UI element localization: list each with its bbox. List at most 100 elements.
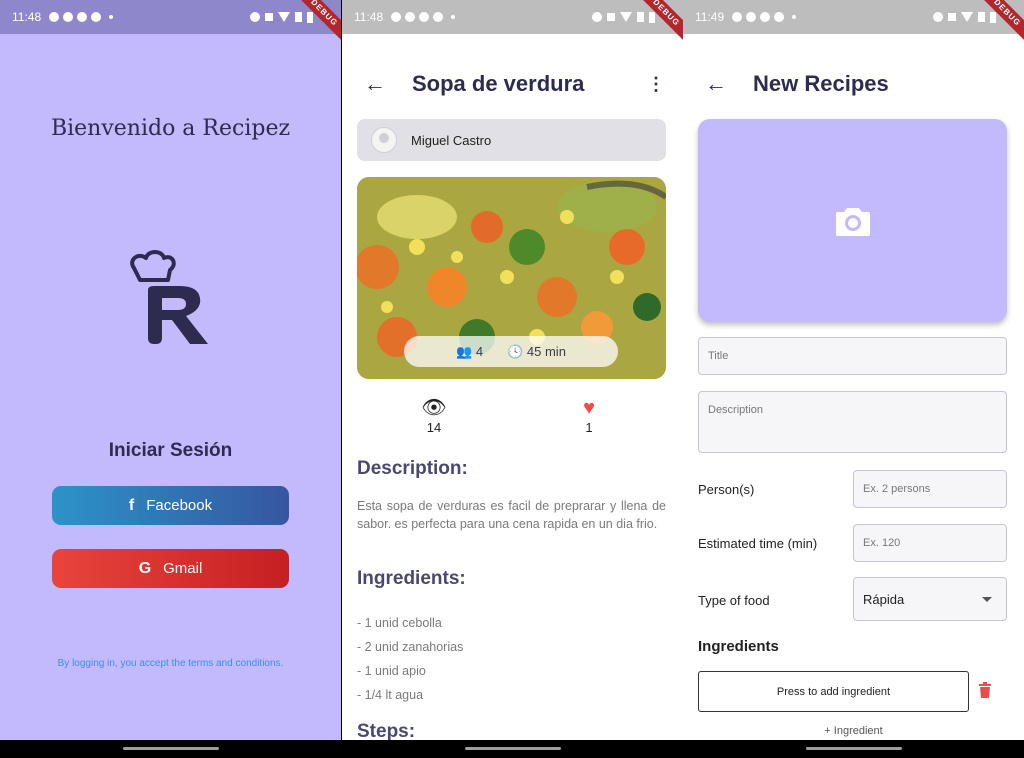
system-nav-bar bbox=[0, 740, 341, 758]
food-type-label: Type of food bbox=[698, 593, 770, 608]
notification-icon bbox=[63, 12, 74, 22]
messenger-icon bbox=[49, 12, 60, 22]
time-field[interactable]: Ex. 120 bbox=[853, 524, 1007, 562]
persons-count: 4 bbox=[475, 343, 484, 359]
app-bar: ← New Recipes bbox=[683, 60, 1024, 108]
description-text: Esta sopa de verduras es facil de prepra… bbox=[357, 499, 666, 531]
teams-icon bbox=[77, 12, 88, 22]
wifi-icon bbox=[620, 12, 632, 22]
food-type-select[interactable]: Rápida bbox=[853, 577, 1007, 621]
ingredients-heading: Ingredients: bbox=[357, 568, 466, 589]
time-value: 45 min bbox=[526, 343, 566, 359]
heart-icon[interactable]: ♥ bbox=[549, 396, 629, 420]
gmail-label: Gmail bbox=[163, 560, 203, 577]
trash-icon[interactable] bbox=[979, 682, 991, 698]
back-arrow-icon[interactable]: ← bbox=[364, 71, 394, 97]
recipe-detail-screen: 11:48 DEBUG ← Sopa de verdura ⋮ Miguel C… bbox=[342, 0, 683, 758]
volte-icon bbox=[265, 13, 273, 21]
signal-icon bbox=[295, 12, 302, 22]
status-bar: 11:48 DEBUG bbox=[342, 0, 683, 49]
time-info: 🕓 45 min bbox=[507, 344, 566, 360]
time-placeholder: Ex. 120 bbox=[863, 537, 901, 549]
gmail-login-button[interactable]: G Gmail bbox=[52, 549, 289, 588]
system-nav-bar bbox=[342, 740, 683, 758]
ingredient-item: - 2 unid zanahorias bbox=[357, 640, 464, 654]
more-notifications-icon bbox=[451, 15, 456, 19]
messenger-icon bbox=[391, 12, 402, 22]
home-gesture-bar[interactable] bbox=[464, 747, 561, 750]
debug-banner: DEBUG bbox=[971, 0, 1024, 49]
facebook-label: Facebook bbox=[146, 497, 213, 514]
facebook-icon: f bbox=[128, 496, 135, 514]
persons-placeholder: Ex. 2 persons bbox=[863, 483, 931, 495]
app-bar: ← Sopa de verdura ⋮ bbox=[342, 60, 683, 108]
ingredient-item: - 1/4 lt agua bbox=[357, 688, 424, 702]
system-nav-bar bbox=[683, 740, 1024, 758]
author-card[interactable]: Miguel Castro bbox=[357, 119, 666, 161]
group-icon: 👥 bbox=[456, 343, 473, 359]
views-count: 14 bbox=[426, 420, 442, 435]
whatsapp-icon bbox=[433, 12, 444, 22]
debug-banner: DEBUG bbox=[630, 0, 683, 49]
likes-stat[interactable]: ♥ 1 bbox=[549, 396, 629, 435]
description-heading: Description: bbox=[357, 458, 468, 479]
messenger-icon bbox=[732, 12, 743, 22]
alarm-icon bbox=[592, 12, 602, 22]
description-placeholder: Description bbox=[708, 404, 764, 416]
food-type-value: Rápida bbox=[863, 592, 905, 607]
facebook-login-button[interactable]: f Facebook bbox=[52, 486, 289, 525]
alarm-icon bbox=[933, 12, 943, 22]
wifi-icon bbox=[961, 12, 973, 22]
terms-link[interactable]: By logging in, you accept the terms and … bbox=[0, 658, 341, 669]
alarm-icon bbox=[250, 12, 260, 22]
description-field[interactable]: Description bbox=[698, 391, 1007, 453]
ingredients-title: Ingredients bbox=[698, 638, 779, 655]
home-gesture-bar[interactable] bbox=[805, 747, 902, 750]
notification-icons bbox=[732, 12, 797, 22]
more-notifications-icon bbox=[109, 15, 114, 19]
volte-icon bbox=[948, 13, 956, 21]
title-field[interactable]: Title bbox=[698, 337, 1007, 375]
eye-icon: 👁 bbox=[421, 397, 447, 419]
home-gesture-bar[interactable] bbox=[122, 747, 219, 750]
screen-title: New Recipes bbox=[753, 71, 889, 96]
notification-icons bbox=[391, 12, 456, 22]
status-bar: 11:48 DEBUG bbox=[0, 0, 341, 49]
system-icons bbox=[592, 11, 655, 23]
time-label: Estimated time (min) bbox=[698, 536, 818, 551]
persons-info: 👥 4 bbox=[456, 344, 483, 360]
ingredient-item: - 1 unid apio bbox=[357, 664, 426, 678]
whatsapp-icon bbox=[91, 12, 102, 22]
signal-icon bbox=[978, 12, 985, 22]
persons-label: Person(s) bbox=[698, 482, 755, 497]
new-recipe-screen: 11:49 DEBUG ← New Recipes Title Descript… bbox=[683, 0, 1024, 758]
notification-icon bbox=[746, 12, 757, 22]
recipe-meta-badge: 👥 4 🕓 45 min bbox=[404, 336, 618, 367]
dropdown-caret-icon bbox=[982, 597, 992, 602]
ingredient-item: - 1 unid cebolla bbox=[357, 616, 442, 630]
login-screen: 11:48 DEBUG Bienvenido a Recipez Iniciar… bbox=[0, 0, 341, 758]
teams-icon bbox=[760, 12, 771, 22]
title-placeholder: Title bbox=[708, 350, 729, 362]
recipe-stats: 👁 14 ♥ 1 bbox=[342, 396, 683, 446]
system-icons bbox=[250, 11, 313, 23]
notification-icons bbox=[49, 12, 114, 22]
recipe-title: Sopa de verdura bbox=[412, 71, 585, 96]
status-time: 11:49 bbox=[695, 10, 725, 24]
teams-icon bbox=[419, 12, 430, 22]
debug-banner: DEBUG bbox=[288, 0, 341, 49]
wifi-icon bbox=[278, 12, 290, 22]
google-icon: G bbox=[138, 559, 152, 577]
add-ingredient-link[interactable]: + Ingredient bbox=[683, 725, 1024, 737]
welcome-title: Bienvenido a Recipez bbox=[50, 116, 291, 141]
add-ingredient-button[interactable]: Press to add ingredient bbox=[698, 671, 969, 712]
notification-icon bbox=[405, 12, 416, 22]
photo-picker[interactable] bbox=[698, 119, 1007, 322]
more-vert-icon[interactable]: ⋮ bbox=[647, 74, 665, 95]
avatar bbox=[371, 127, 397, 153]
battery-icon bbox=[990, 11, 996, 23]
persons-field[interactable]: Ex. 2 persons bbox=[853, 470, 1007, 508]
likes-count: 1 bbox=[585, 420, 593, 435]
back-arrow-icon[interactable]: ← bbox=[705, 71, 735, 97]
status-time: 11:48 bbox=[354, 10, 384, 24]
